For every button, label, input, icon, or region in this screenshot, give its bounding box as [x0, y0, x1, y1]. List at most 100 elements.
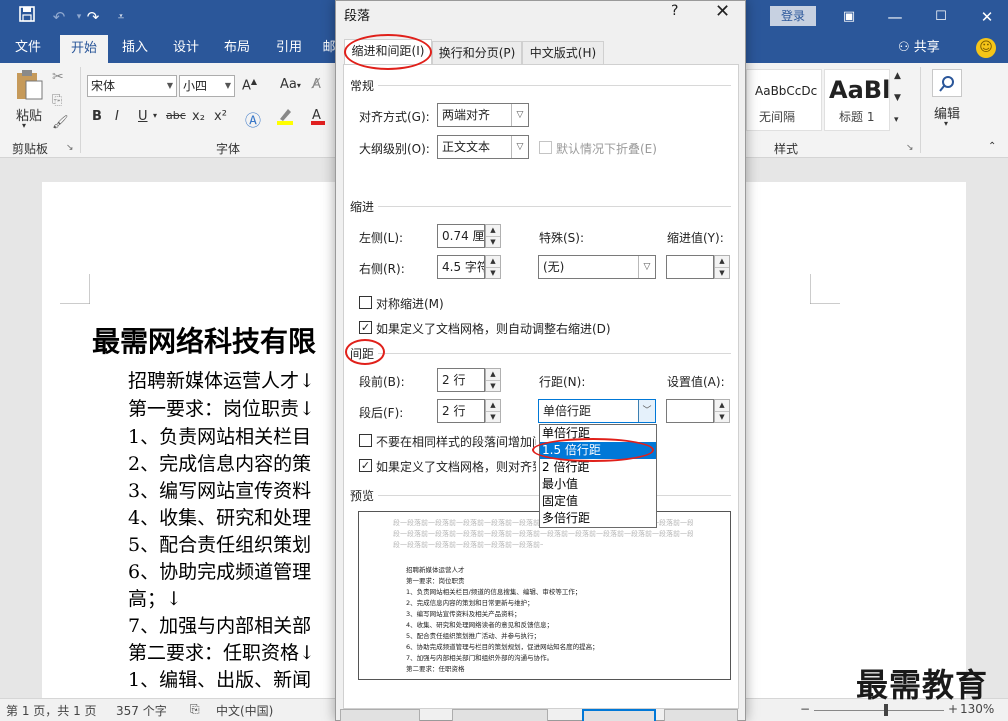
- style-no-spacing[interactable]: AaBbCcDc 无间隔: [746, 69, 822, 131]
- collapse-ribbon-icon[interactable]: ⌃: [988, 141, 996, 152]
- spin-up-icon[interactable]: ▲: [715, 256, 729, 267]
- feedback-smiley-icon[interactable]: ☺: [976, 38, 996, 58]
- spin-down-icon[interactable]: ▼: [486, 236, 500, 247]
- change-case-icon[interactable]: Aa▾: [280, 77, 301, 92]
- snap-to-grid-checkbox[interactable]: ✓: [359, 459, 372, 472]
- outline-level-select[interactable]: 正文文本 ▽: [437, 135, 529, 159]
- font-name-combo[interactable]: 宋体 ▼: [87, 75, 177, 97]
- space-after-input[interactable]: 2 行: [437, 399, 485, 423]
- spin-up-icon[interactable]: ▲: [486, 400, 500, 411]
- mirror-indent-checkbox[interactable]: [359, 296, 372, 309]
- paste-icon[interactable]: [12, 69, 46, 103]
- spin-down-icon[interactable]: ▼: [486, 267, 500, 278]
- word-count[interactable]: 357 个字: [116, 702, 167, 719]
- vertical-scrollbar[interactable]: [988, 182, 1008, 698]
- left-indent-input[interactable]: 0.74 厘米: [437, 224, 485, 248]
- space-after-spinner[interactable]: ▲ ▼: [485, 399, 501, 423]
- window-close-icon[interactable]: ✕: [976, 6, 998, 28]
- maximize-icon[interactable]: ☐: [930, 6, 952, 28]
- search-icon[interactable]: [932, 69, 962, 97]
- format-painter-icon[interactable]: 🖌: [52, 115, 69, 130]
- cut-icon[interactable]: ✂: [52, 69, 64, 85]
- tab-home[interactable]: 开始: [60, 35, 108, 63]
- alignment-select[interactable]: 两端对齐 ▽: [437, 103, 529, 127]
- zoom-slider[interactable]: [814, 710, 944, 711]
- collapse-checkbox[interactable]: [539, 141, 552, 154]
- spin-down-icon[interactable]: ▼: [715, 411, 729, 422]
- login-button[interactable]: 登录: [770, 6, 816, 26]
- no-space-same-style-checkbox[interactable]: [359, 434, 372, 447]
- tab-references[interactable]: 引用: [268, 33, 310, 63]
- ribbon-display-icon[interactable]: ▣: [838, 6, 860, 28]
- strikethrough-button[interactable]: abc: [166, 109, 186, 122]
- paste-button[interactable]: 粘贴: [14, 105, 44, 124]
- space-before-spinner[interactable]: ▲ ▼: [485, 368, 501, 392]
- style-heading-1[interactable]: AaBl 标题 1: [824, 69, 890, 131]
- line-spacing-option[interactable]: 固定值: [540, 493, 656, 510]
- language-indicator[interactable]: 中文(中国): [216, 702, 273, 719]
- space-before-input[interactable]: 2 行: [437, 368, 485, 392]
- tab-design[interactable]: 设计: [164, 33, 208, 63]
- left-indent-spinner[interactable]: ▲ ▼: [485, 224, 501, 248]
- line-spacing-select[interactable]: 单倍行距 ﹀: [538, 399, 656, 423]
- bold-button[interactable]: B: [92, 109, 102, 124]
- redo-icon[interactable]: ↷: [82, 6, 104, 28]
- tab-line-page-breaks[interactable]: 换行和分页(P): [432, 41, 522, 65]
- set-value-spinner[interactable]: ▲ ▼: [714, 399, 730, 423]
- superscript-button[interactable]: x²: [214, 109, 227, 124]
- proofing-icon[interactable]: ⎘: [190, 702, 200, 717]
- save-icon[interactable]: [16, 6, 38, 28]
- styles-scroll-up-icon[interactable]: ▲: [894, 71, 901, 81]
- share-button[interactable]: ⚇ 共享: [898, 33, 940, 63]
- font-size-combo[interactable]: 小四 ▼: [179, 75, 235, 97]
- cancel-button[interactable]: [664, 709, 738, 721]
- right-indent-spinner[interactable]: ▲ ▼: [485, 255, 501, 279]
- spin-up-icon[interactable]: ▲: [715, 400, 729, 411]
- auto-adjust-indent-checkbox[interactable]: ✓: [359, 321, 372, 334]
- tab-asian-typography[interactable]: 中文版式(H): [522, 41, 604, 65]
- paste-dropdown-icon[interactable]: ▾: [22, 121, 26, 130]
- line-spacing-option[interactable]: 多倍行距: [540, 510, 656, 527]
- italic-button[interactable]: I: [115, 109, 119, 124]
- tab-mailings[interactable]: 邮: [322, 33, 336, 63]
- help-icon[interactable]: ?: [671, 3, 678, 19]
- minimize-icon[interactable]: —: [884, 6, 906, 28]
- tab-file[interactable]: 文件: [6, 33, 50, 63]
- grow-font-icon[interactable]: A▲: [242, 77, 257, 93]
- right-indent-input[interactable]: 4.5 字符: [437, 255, 485, 279]
- clear-format-icon[interactable]: A̸: [312, 77, 321, 92]
- zoom-out-icon[interactable]: −: [800, 702, 810, 716]
- highlight-icon[interactable]: [276, 107, 294, 129]
- text-effects-icon[interactable]: Ⓐ: [245, 107, 261, 131]
- clipboard-launcher-icon[interactable]: ↘: [66, 143, 74, 153]
- spin-up-icon[interactable]: ▲: [486, 225, 500, 236]
- indent-value-spinner[interactable]: ▲ ▼: [714, 255, 730, 279]
- spin-down-icon[interactable]: ▼: [715, 267, 729, 278]
- copy-icon[interactable]: ⎘: [52, 93, 62, 108]
- spin-up-icon[interactable]: ▲: [486, 369, 500, 380]
- tab-layout[interactable]: 布局: [216, 33, 258, 63]
- spin-up-icon[interactable]: ▲: [486, 256, 500, 267]
- styles-launcher-icon[interactable]: ↘: [906, 143, 914, 153]
- set-default-button[interactable]: [452, 709, 548, 721]
- styles-scroll-down-icon[interactable]: ▼: [894, 93, 901, 103]
- ok-button[interactable]: [582, 709, 656, 721]
- spin-down-icon[interactable]: ▼: [486, 380, 500, 391]
- underline-button[interactable]: U: [138, 109, 148, 124]
- styles-more-icon[interactable]: ▾: [894, 115, 899, 125]
- undo-icon[interactable]: ↶: [48, 6, 70, 28]
- spin-down-icon[interactable]: ▼: [486, 411, 500, 422]
- font-color-icon[interactable]: A: [310, 107, 326, 129]
- set-value-input[interactable]: [666, 399, 714, 423]
- line-spacing-option[interactable]: 最小值: [540, 476, 656, 493]
- page-count[interactable]: 第 1 页，共 1 页: [6, 702, 97, 719]
- tabs-button[interactable]: [340, 709, 420, 721]
- tab-insert[interactable]: 插入: [114, 33, 156, 63]
- special-indent-select[interactable]: (无) ▽: [538, 255, 656, 279]
- subscript-button[interactable]: x₂: [192, 109, 205, 124]
- chevron-down-icon[interactable]: ▾: [153, 111, 157, 120]
- customize-toolbar-icon[interactable]: ⩡: [110, 6, 132, 28]
- chevron-down-icon[interactable]: ▾: [944, 119, 948, 128]
- close-icon[interactable]: ✕: [715, 1, 730, 22]
- indent-value-input[interactable]: [666, 255, 714, 279]
